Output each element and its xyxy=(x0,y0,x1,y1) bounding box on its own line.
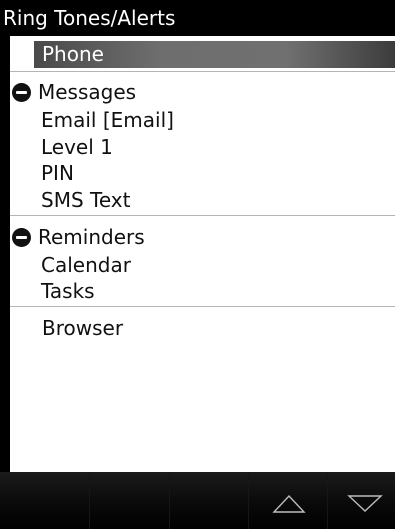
divider xyxy=(10,215,395,216)
group-header-reminders[interactable]: Reminders xyxy=(10,224,145,250)
page-title: Ring Tones/Alerts xyxy=(0,0,395,36)
collapse-minus-icon[interactable] xyxy=(12,82,31,102)
group-header-messages[interactable]: Messages xyxy=(10,79,136,105)
options-list: Phone Messages Email [Email] Level 1 PIN… xyxy=(10,36,395,472)
scroll-up-button[interactable] xyxy=(267,480,311,520)
triangle-up-icon xyxy=(272,494,306,513)
nav-segment xyxy=(169,472,249,529)
collapse-minus-icon[interactable] xyxy=(12,227,31,247)
list-item-tasks[interactable]: Tasks xyxy=(41,278,95,304)
bottom-nav-bar xyxy=(0,472,395,529)
divider xyxy=(10,306,395,307)
triangle-down-icon xyxy=(347,495,383,512)
group-label: Reminders xyxy=(38,225,145,249)
list-item-sms-text[interactable]: SMS Text xyxy=(41,187,130,213)
list-item-email[interactable]: Email [Email] xyxy=(41,107,174,133)
screen: Ring Tones/Alerts Phone Messages Email [… xyxy=(0,0,395,529)
scroll-down-button[interactable] xyxy=(343,480,387,520)
list-item-phone[interactable]: Phone xyxy=(34,41,395,68)
list-item-browser[interactable]: Browser xyxy=(42,315,123,341)
group-label: Messages xyxy=(38,80,137,104)
list-item-pin[interactable]: PIN xyxy=(41,160,74,186)
list-item-level-1[interactable]: Level 1 xyxy=(41,134,113,160)
list-item-calendar[interactable]: Calendar xyxy=(41,252,131,278)
divider xyxy=(10,71,395,72)
nav-segment xyxy=(89,472,170,529)
